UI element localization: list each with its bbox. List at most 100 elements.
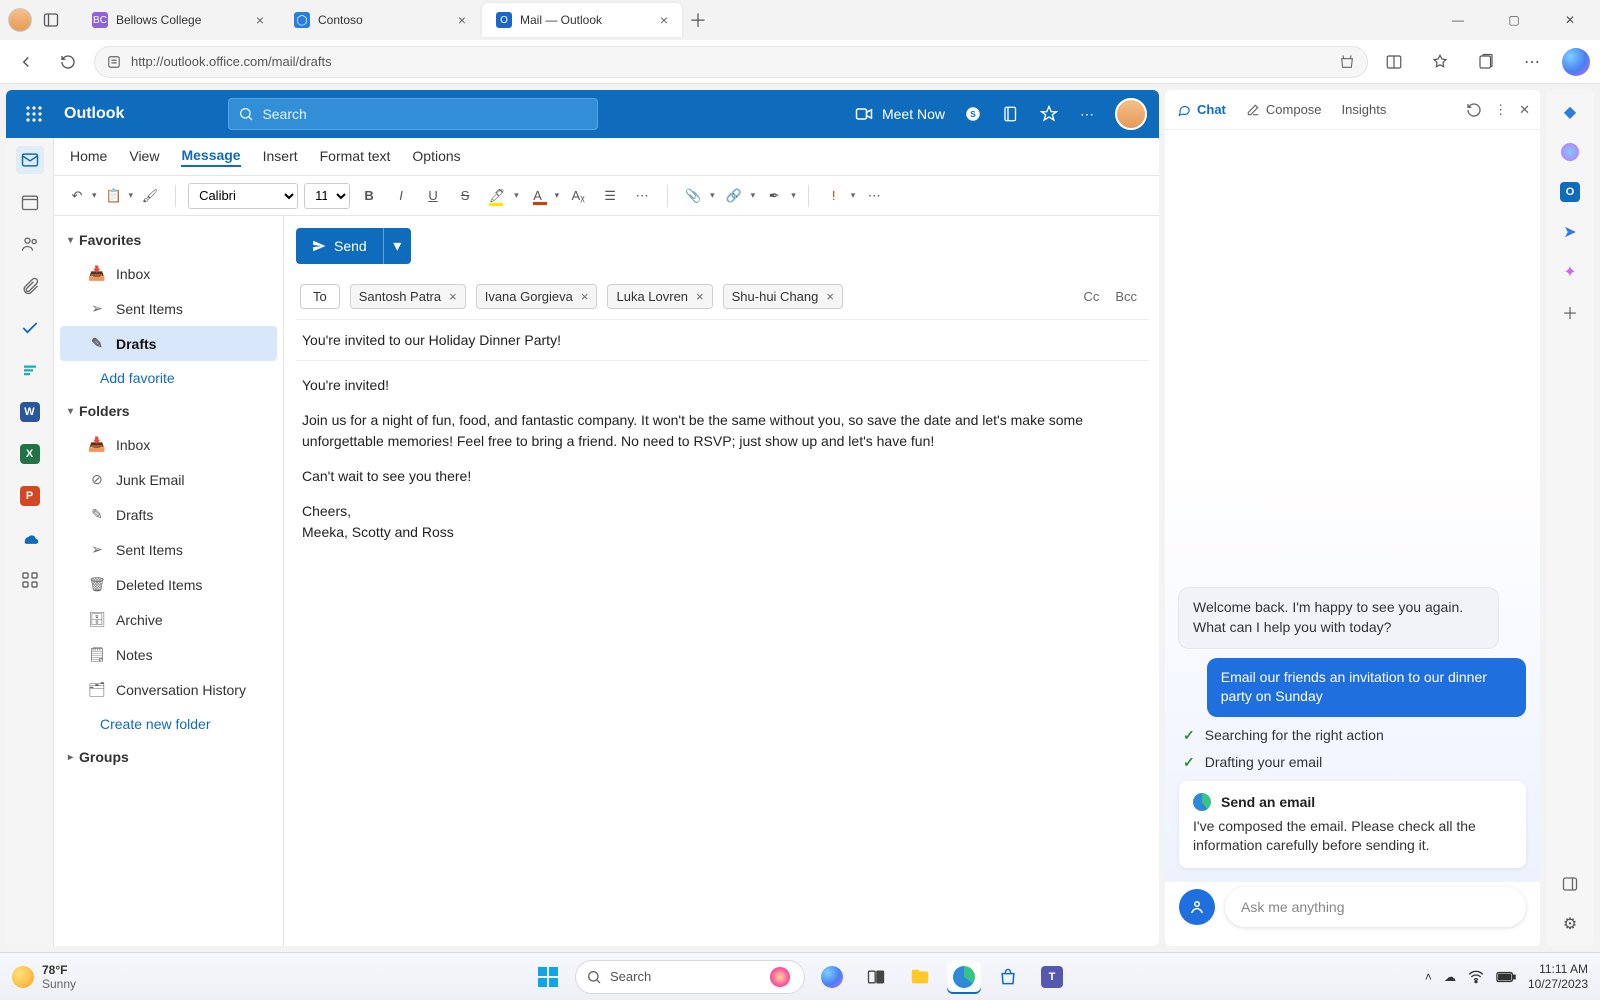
chevron-down-icon[interactable]: ▾: [514, 190, 519, 201]
attach-button[interactable]: 📎: [680, 183, 706, 209]
ribbon-tab-message[interactable]: Message: [181, 147, 240, 167]
chevron-down-icon[interactable]: ▾: [751, 190, 756, 201]
bullets-button[interactable]: ☰: [597, 183, 623, 209]
ribbon-tab-options[interactable]: Options: [412, 148, 460, 166]
ribbon-tab-format-text[interactable]: Format text: [320, 148, 391, 166]
cc-button[interactable]: Cc: [1083, 289, 1099, 304]
folders-section[interactable]: ▾Folders: [60, 395, 277, 427]
create-folder-link[interactable]: Create new folder: [60, 707, 277, 741]
copilot-sidebar-icon[interactable]: [1558, 140, 1582, 164]
clear-formatting-button[interactable]: Aᵪ: [565, 183, 591, 209]
tab-actions-icon[interactable]: [40, 9, 62, 31]
address-bar[interactable]: http://outlook.office.com/mail/drafts: [94, 46, 1368, 78]
underline-button[interactable]: U: [420, 183, 446, 209]
close-panel-icon[interactable]: ✕: [1519, 102, 1530, 118]
favorites-icon[interactable]: [1424, 46, 1456, 78]
app-launcher-icon[interactable]: [18, 98, 50, 130]
teams-taskbar-icon[interactable]: T: [1035, 960, 1069, 994]
bold-button[interactable]: B: [356, 183, 382, 209]
settings-sidebar-icon[interactable]: ⚙: [1558, 912, 1582, 936]
subject-field[interactable]: You're invited to our Holiday Dinner Par…: [296, 320, 1149, 361]
onedrive-rail-icon[interactable]: [16, 524, 44, 552]
edge-taskbar-icon[interactable]: [947, 960, 981, 994]
copilot-taskbar-icon[interactable]: [815, 960, 849, 994]
folder-sent[interactable]: ➢Sent Items: [60, 532, 277, 567]
more-icon[interactable]: ⋮: [1494, 102, 1507, 118]
tab-bellows-college[interactable]: BC Bellows College ×: [78, 3, 278, 37]
todo-rail-icon[interactable]: [16, 314, 44, 342]
outlook-sidebar-icon[interactable]: O: [1558, 180, 1582, 204]
collections-icon[interactable]: [1470, 46, 1502, 78]
folder-junk[interactable]: ⊘Junk Email: [60, 462, 277, 497]
onenote-feed-icon[interactable]: [1001, 104, 1021, 124]
action-card[interactable]: Send an email I've composed the email. P…: [1179, 781, 1526, 868]
send-sidebar-icon[interactable]: ➤: [1558, 220, 1582, 244]
font-size-select[interactable]: 11: [304, 183, 350, 209]
more-icon[interactable]: ⋯: [1516, 46, 1548, 78]
onedrive-tray-icon[interactable]: ☁: [1444, 970, 1456, 984]
more-header-icon[interactable]: ⋯: [1077, 104, 1097, 124]
recipient-chip[interactable]: Luka Lovren×: [607, 284, 712, 309]
maximize-button[interactable]: ▢: [1492, 4, 1536, 36]
link-button[interactable]: 🔗: [721, 183, 747, 209]
folder-conversation-history[interactable]: 🗂Conversation History: [60, 672, 277, 707]
font-family-select[interactable]: Calibri: [188, 183, 298, 209]
people-rail-icon[interactable]: [16, 230, 44, 258]
recipient-chip[interactable]: Shu-hui Chang×: [723, 284, 843, 309]
store-taskbar-icon[interactable]: [991, 960, 1025, 994]
chevron-down-icon[interactable]: ▾: [791, 190, 796, 201]
paste-button[interactable]: 📋: [101, 183, 127, 209]
battery-tray-icon[interactable]: [1496, 971, 1516, 983]
taskbar-clock[interactable]: 11:11 AM10/27/2023: [1528, 962, 1588, 991]
folder-notes[interactable]: 🗒Notes: [60, 637, 277, 672]
word-rail-icon[interactable]: W: [16, 398, 44, 426]
back-button[interactable]: [10, 46, 42, 78]
bookings-rail-icon[interactable]: [16, 356, 44, 384]
add-sidebar-icon[interactable]: ＋: [1558, 300, 1582, 324]
refresh-icon[interactable]: [1466, 102, 1482, 118]
my-day-icon[interactable]: [1039, 104, 1059, 124]
chevron-down-icon[interactable]: ▾: [92, 190, 97, 201]
favorites-section[interactable]: ▾Favorites: [60, 224, 277, 256]
format-painter-button[interactable]: 🖌: [137, 183, 163, 209]
shopping-icon[interactable]: [1339, 54, 1355, 70]
more-ribbon-button[interactable]: ⋯: [861, 183, 887, 209]
remove-chip-icon[interactable]: ×: [581, 289, 589, 304]
start-button[interactable]: [531, 960, 565, 994]
outlook-search[interactable]: Search: [228, 98, 598, 130]
task-view-icon[interactable]: [859, 960, 893, 994]
split-screen-icon[interactable]: [1378, 46, 1410, 78]
close-icon[interactable]: ×: [256, 12, 264, 28]
folder-drafts[interactable]: ✎Drafts: [60, 497, 277, 532]
strikethrough-button[interactable]: S: [452, 183, 478, 209]
close-window-button[interactable]: ✕: [1548, 4, 1592, 36]
files-rail-icon[interactable]: [16, 272, 44, 300]
close-icon[interactable]: ×: [458, 12, 466, 28]
minimize-button[interactable]: —: [1436, 4, 1480, 36]
message-body[interactable]: You're invited! Join us for a night of f…: [296, 361, 1149, 557]
hide-sidebar-icon[interactable]: [1558, 872, 1582, 896]
calendar-rail-icon[interactable]: [16, 188, 44, 216]
search-sidebar-icon[interactable]: ◆: [1558, 100, 1582, 124]
copilot-avatar-icon[interactable]: [1179, 889, 1215, 925]
signature-button[interactable]: ✒: [761, 183, 787, 209]
chevron-down-icon[interactable]: ▾: [555, 190, 560, 201]
add-favorite-link[interactable]: Add favorite: [60, 361, 277, 395]
bcc-button[interactable]: Bcc: [1115, 289, 1137, 304]
ribbon-tab-home[interactable]: Home: [70, 148, 107, 166]
copilot-tab-compose[interactable]: Compose: [1244, 98, 1324, 121]
meet-now-button[interactable]: Meet Now: [854, 104, 945, 124]
site-info-icon[interactable]: [107, 55, 121, 69]
tray-chevron-icon[interactable]: ˄: [1425, 970, 1432, 984]
highlight-button[interactable]: 🖊: [484, 183, 510, 209]
profile-avatar[interactable]: [8, 8, 32, 32]
chevron-down-icon[interactable]: ▾: [851, 190, 856, 201]
chevron-down-icon[interactable]: ▾: [710, 190, 715, 201]
powerpoint-rail-icon[interactable]: P: [16, 482, 44, 510]
italic-button[interactable]: I: [388, 183, 414, 209]
ribbon-tab-view[interactable]: View: [129, 148, 159, 166]
font-color-button[interactable]: A: [525, 183, 551, 209]
weather-widget[interactable]: 78°FSunny: [12, 963, 76, 991]
copilot-tab-chat[interactable]: Chat: [1175, 98, 1228, 121]
copilot-button[interactable]: [1562, 48, 1590, 76]
